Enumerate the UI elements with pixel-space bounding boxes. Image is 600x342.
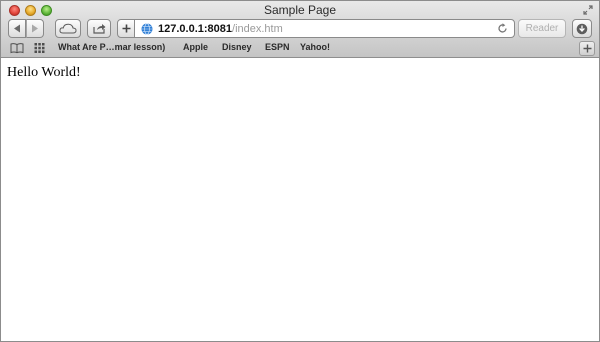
title-bar: Sample Page <box>1 1 599 18</box>
bookmark-item[interactable]: Disney <box>222 42 252 52</box>
toolbar: 127.0.0.1:8081/index.htm Reader <box>1 19 599 39</box>
bookmarks-bar: What Are P…mar lesson) Apple Disney ESPN… <box>1 40 599 57</box>
reload-icon[interactable] <box>497 23 508 34</box>
icloud-tabs-button[interactable] <box>55 19 81 38</box>
back-arrow-icon <box>14 24 20 33</box>
window-title: Sample Page <box>263 3 337 17</box>
browser-chrome: Sample Page 127.0.0.1:8081/index.htm Rea… <box>1 1 599 58</box>
bookmark-item[interactable]: ESPN <box>265 42 290 52</box>
web-content[interactable]: Hello World! <box>1 59 599 341</box>
url-text[interactable]: 127.0.0.1:8081/index.htm <box>158 23 283 35</box>
bookmark-item[interactable]: Apple <box>183 42 208 52</box>
book-icon[interactable] <box>10 42 24 54</box>
reader-button[interactable]: Reader <box>518 19 566 38</box>
share-button[interactable] <box>87 19 111 38</box>
cloud-icon <box>59 23 77 34</box>
add-bookmark-button[interactable] <box>117 19 135 38</box>
bookmark-item[interactable]: Yahoo! <box>300 42 330 52</box>
forward-arrow-icon <box>32 24 38 33</box>
download-icon <box>576 23 588 34</box>
url-host: 127.0.0.1:8081 <box>158 22 233 35</box>
plus-icon <box>122 24 130 33</box>
page-text: Hello World! <box>7 65 81 80</box>
globe-icon <box>141 22 153 35</box>
forward-button[interactable] <box>26 19 44 38</box>
fullscreen-icon[interactable] <box>583 5 593 15</box>
downloads-button[interactable] <box>572 19 592 38</box>
bookmark-item[interactable]: What Are P…mar lesson) <box>58 42 165 52</box>
share-icon <box>93 24 106 34</box>
address-bar[interactable]: 127.0.0.1:8081/index.htm <box>134 19 515 38</box>
new-tab-button[interactable] <box>579 41 595 56</box>
grid-icon[interactable] <box>34 42 45 54</box>
plus-icon <box>583 44 591 53</box>
back-button[interactable] <box>8 19 26 38</box>
url-path: /index.htm <box>232 22 283 35</box>
browser-window: Sample Page 127.0.0.1:8081/index.htm Rea… <box>0 0 600 342</box>
